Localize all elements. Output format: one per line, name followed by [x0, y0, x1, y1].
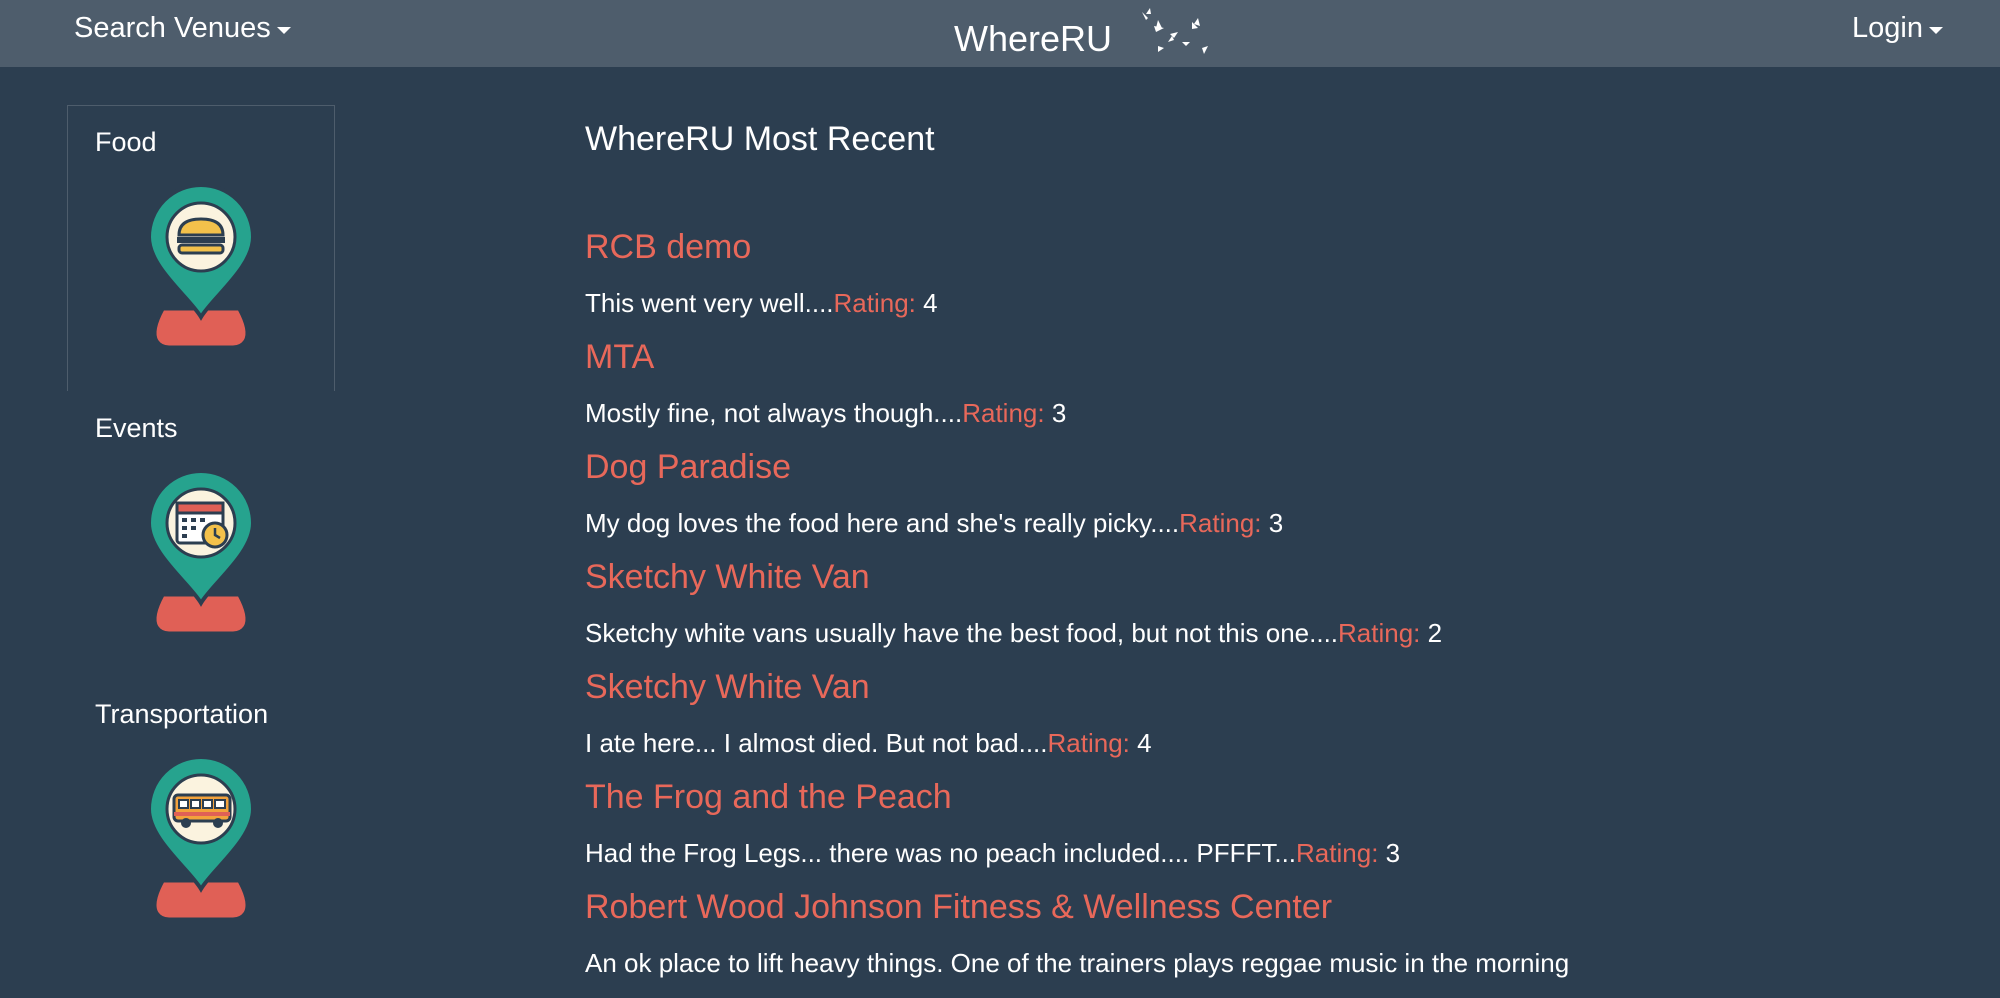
- brand-logo-text[interactable]: WhereRU: [954, 18, 1112, 60]
- rating-value: 2: [1427, 618, 1443, 648]
- rating-value: 4: [1137, 728, 1152, 758]
- rating-value: 3: [1051, 398, 1067, 428]
- category-label: Events: [95, 413, 178, 443]
- rating-label: Rating:: [833, 288, 916, 318]
- caret-down-icon: [276, 26, 291, 34]
- search-venues-label: Search Venues: [74, 12, 271, 44]
- list-item: RCB demo This went very well....Rating: …: [585, 228, 1985, 338]
- rating-label: Rating:: [962, 398, 1045, 428]
- list-item: The Frog and the Peach Had the Frog Legs…: [585, 778, 1985, 888]
- login-dropdown[interactable]: Login: [1852, 12, 1943, 45]
- review-body: An ok place to lift heavy things. One of…: [585, 948, 1570, 978]
- list-item: Robert Wood Johnson Fitness & Wellness C…: [585, 888, 1985, 998]
- birds-logo-icon: [1142, 8, 1208, 54]
- rating-value: 3: [1268, 508, 1284, 538]
- review-body: Mostly fine, not always though....: [585, 398, 963, 428]
- venue-link[interactable]: The Frog and the Peach: [585, 778, 952, 817]
- category-events[interactable]: Events: [67, 391, 335, 677]
- venue-link[interactable]: Dog Paradise: [585, 448, 791, 487]
- review-text: This went very well....Rating: 4: [585, 288, 938, 319]
- list-item: MTA Mostly fine, not always though....Ra…: [585, 338, 1985, 448]
- venue-link[interactable]: RCB demo: [585, 228, 751, 267]
- review-text: Mostly fine, not always though....Rating…: [585, 398, 1066, 429]
- hamburger-pin-icon: [146, 183, 256, 349]
- login-label: Login: [1852, 12, 1923, 44]
- rating-value: 3: [1385, 838, 1401, 868]
- review-text: My dog loves the food here and she's rea…: [585, 508, 1283, 539]
- page-title: WhereRU Most Recent: [585, 120, 935, 158]
- category-label: Food: [95, 127, 157, 157]
- review-body: This went very well....: [585, 288, 834, 318]
- review-body: I ate here... I almost died. But not bad…: [585, 728, 1048, 758]
- calendar-pin-icon: [146, 469, 256, 635]
- top-navbar: Search Venues WhereRU Login: [0, 0, 2000, 67]
- rating-label: Rating:: [1296, 838, 1379, 868]
- search-venues-dropdown[interactable]: Search Venues: [74, 12, 291, 45]
- category-transportation[interactable]: Transportation: [67, 677, 335, 963]
- review-body: Had the Frog Legs... there was no peach …: [585, 838, 1297, 868]
- bus-pin-icon: [146, 755, 256, 921]
- rating-label: Rating:: [1047, 728, 1130, 758]
- review-text: Sketchy white vans usually have the best…: [585, 618, 1442, 649]
- review-text: I ate here... I almost died. But not bad…: [585, 728, 1152, 759]
- review-body: Sketchy white vans usually have the best…: [585, 618, 1339, 648]
- category-label: Transportation: [95, 699, 269, 729]
- rating-label: Rating:: [1179, 508, 1262, 538]
- venue-link[interactable]: MTA: [585, 338, 654, 377]
- rating-label: Rating:: [1338, 618, 1421, 648]
- review-text: An ok place to lift heavy things. One of…: [585, 948, 1569, 979]
- review-body: My dog loves the food here and she's rea…: [585, 508, 1180, 538]
- category-food[interactable]: Food: [67, 105, 335, 391]
- venue-link[interactable]: Sketchy White Van: [585, 668, 870, 707]
- rating-value: 4: [923, 288, 938, 318]
- venue-link[interactable]: Robert Wood Johnson Fitness & Wellness C…: [585, 888, 1332, 927]
- review-text: Had the Frog Legs... there was no peach …: [585, 838, 1400, 869]
- caret-down-icon: [1928, 26, 1943, 34]
- list-item: Sketchy White Van Sketchy white vans usu…: [585, 558, 1985, 668]
- list-item: Sketchy White Van I ate here... I almost…: [585, 668, 1985, 778]
- recent-reviews-list: RCB demo This went very well....Rating: …: [585, 228, 1985, 998]
- venue-link[interactable]: Sketchy White Van: [585, 558, 870, 597]
- list-item: Dog Paradise My dog loves the food here …: [585, 448, 1985, 558]
